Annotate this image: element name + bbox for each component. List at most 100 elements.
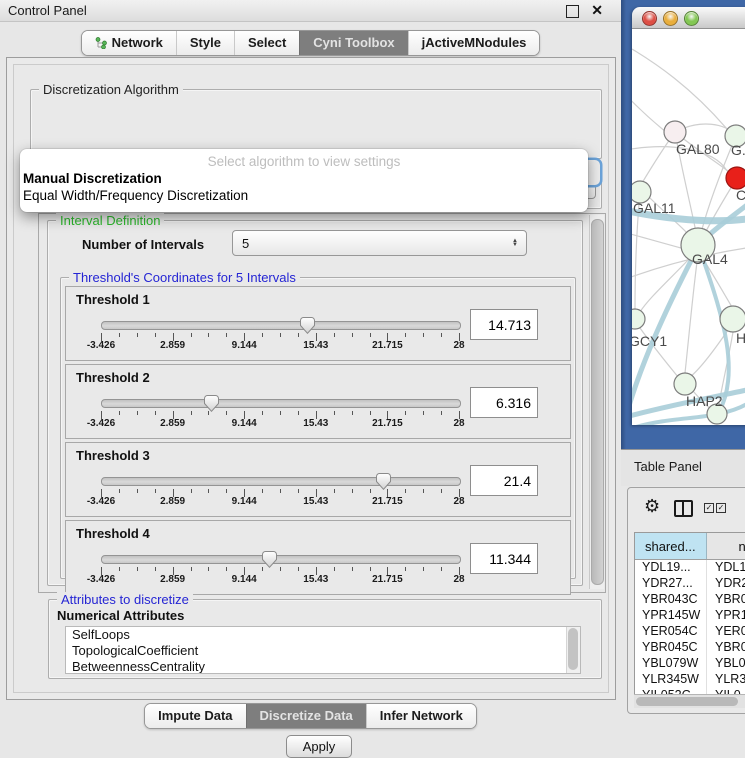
threshold-value-field[interactable]: 6.316 (470, 387, 538, 418)
table-row[interactable]: YDL19...YDL1 (635, 560, 745, 576)
close-traffic-light[interactable] (642, 11, 657, 26)
tab-label: Discretize Data (260, 708, 353, 723)
cell-shared-name[interactable]: YBL079W (635, 656, 707, 672)
cell-name[interactable]: YLR3 (707, 672, 745, 688)
zoom-traffic-light[interactable] (684, 11, 699, 26)
tick-label: 9.144 (232, 496, 257, 507)
number-of-intervals-combobox[interactable]: 5 ▲▼ (232, 230, 527, 256)
network-edge[interactable] (632, 231, 681, 248)
node-label: GAL80 (676, 141, 720, 157)
tab-label: Select (248, 35, 286, 50)
network-window-titlebar[interactable] (632, 7, 745, 29)
scrollbar-thumb[interactable] (591, 219, 604, 585)
slider-track[interactable] (101, 555, 461, 564)
network-canvas[interactable]: GAL80G.CGAL11GAL4GCY1HHAP2 (632, 29, 745, 425)
cell-name[interactable]: YPR1 (707, 608, 745, 624)
network-edge[interactable] (632, 89, 666, 132)
tab-label: Impute Data (158, 708, 232, 723)
dropdown-option[interactable]: Manual Discretization (23, 171, 162, 186)
control-panel-titlebar: Control Panel ✕ (0, 0, 621, 22)
cell-name[interactable]: YBR0 (707, 592, 745, 608)
network-edge[interactable] (685, 262, 697, 373)
cell-shared-name[interactable]: YPR145W (635, 608, 707, 624)
table-row[interactable]: YBR045CYBR0 (635, 640, 745, 656)
gear-icon[interactable]: ⚙ (644, 497, 660, 515)
table-row[interactable]: YBL079WYBL0 (635, 656, 745, 672)
table-row[interactable]: YBR043CYBR0 (635, 592, 745, 608)
cell-name[interactable]: YBR0 (707, 640, 745, 656)
slider-thumb[interactable] (376, 473, 391, 490)
threshold-value-field[interactable]: 21.4 (470, 465, 538, 496)
columns-icon[interactable] (674, 500, 693, 517)
top-tab-style[interactable]: Style (176, 31, 234, 55)
attribute-item[interactable]: TopologicalCoefficient (66, 643, 580, 659)
column-header-shared-name[interactable]: shared... (635, 533, 707, 559)
vertical-scrollbar[interactable] (589, 215, 604, 589)
cell-shared-name[interactable]: YBR045C (635, 640, 707, 656)
column-header-name[interactable]: na (707, 533, 745, 559)
network-node[interactable] (674, 373, 696, 395)
dropdown-option[interactable]: Equal Width/Frequency Discretization (23, 188, 248, 203)
cell-shared-name[interactable]: YDR27... (635, 576, 707, 592)
scrollbar-thumb[interactable] (636, 697, 738, 706)
cell-shared-name[interactable]: YLR345W (635, 672, 707, 688)
horizontal-scrollbar[interactable] (634, 694, 745, 708)
network-edge[interactable] (632, 49, 727, 129)
top-tab-cyni-toolbox[interactable]: Cyni Toolbox (299, 31, 407, 55)
attribute-item[interactable]: BetweennessCentrality (66, 659, 580, 674)
tick-label: 28 (453, 496, 464, 507)
network-node[interactable] (726, 167, 745, 189)
apply-button[interactable]: Apply (286, 735, 352, 758)
table-row[interactable]: YPR145WYPR1 (635, 608, 745, 624)
slider-thumb[interactable] (262, 551, 277, 568)
slider-track[interactable] (101, 477, 461, 486)
number-of-intervals-value: 5 (242, 236, 249, 251)
cell-name[interactable]: YDL1 (707, 560, 745, 576)
cell-shared-name[interactable]: YBR043C (635, 592, 707, 608)
cyni-toolbox-panel: Discretization Algorithm Table Data galF… (6, 57, 616, 700)
float-window-icon[interactable] (566, 5, 579, 18)
top-tab-jactivemnodules[interactable]: jActiveMNodules (408, 31, 540, 55)
tick-label: 2.859 (160, 418, 185, 429)
cell-name[interactable]: YDR2 (707, 576, 745, 592)
cell-shared-name[interactable]: YDL19... (635, 560, 707, 576)
network-node[interactable] (720, 306, 745, 332)
tick-label: 15.43 (303, 496, 328, 507)
slider-thumb[interactable] (300, 317, 315, 334)
network-edge[interactable] (640, 256, 692, 312)
network-node[interactable] (664, 121, 686, 143)
threshold-value-field[interactable]: 11.344 (470, 543, 538, 574)
tick-label: 15.43 (303, 574, 328, 585)
cell-name[interactable]: YER0 (707, 624, 745, 640)
numerical-attributes-list[interactable]: SelfLoopsTopologicalCoefficientBetweenne… (65, 626, 581, 674)
interval-scroll-viewport: Interval Definition Number of Intervals … (38, 213, 606, 593)
slider-thumb[interactable] (204, 395, 219, 412)
table-row[interactable]: YDR27...YDR2 (635, 576, 745, 592)
threshold-label: Threshold 3 (76, 448, 150, 463)
threshold-label: Threshold 1 (76, 292, 150, 307)
network-edge[interactable] (690, 330, 728, 377)
table-row[interactable]: YLR345WYLR3 (635, 672, 745, 688)
scrollbar-thumb[interactable] (568, 628, 578, 670)
attribute-items: SelfLoopsTopologicalCoefficientBetweenne… (66, 627, 580, 674)
network-view-window[interactable]: GAL80G.CGAL11GAL4GCY1HHAP2 (632, 7, 745, 425)
network-node[interactable] (632, 309, 645, 329)
threshold-value-field[interactable]: 14.713 (470, 309, 538, 340)
table-row[interactable]: YER054CYER0 (635, 624, 745, 640)
checkbox-icon[interactable]: ✓ (716, 503, 726, 513)
slider-track[interactable] (101, 321, 461, 330)
bottom-tab-impute-data[interactable]: Impute Data (145, 704, 245, 728)
minimize-traffic-light[interactable] (663, 11, 678, 26)
top-tab-select[interactable]: Select (234, 31, 299, 55)
cell-name[interactable]: YBL0 (707, 656, 745, 672)
top-tab-network[interactable]: Network (82, 31, 176, 55)
checkbox-icon[interactable]: ✓ (704, 503, 714, 513)
close-icon[interactable]: ✕ (591, 2, 603, 19)
attributes-scrollbar[interactable] (566, 627, 580, 673)
attributes-group: Attributes to discretize Numerical Attri… (48, 599, 602, 679)
bottom-tab-infer-network[interactable]: Infer Network (366, 704, 476, 728)
bottom-tab-discretize-data[interactable]: Discretize Data (246, 704, 366, 728)
cell-shared-name[interactable]: YER054C (635, 624, 707, 640)
slider-track[interactable] (101, 399, 461, 408)
attribute-item[interactable]: SelfLoops (66, 627, 580, 643)
